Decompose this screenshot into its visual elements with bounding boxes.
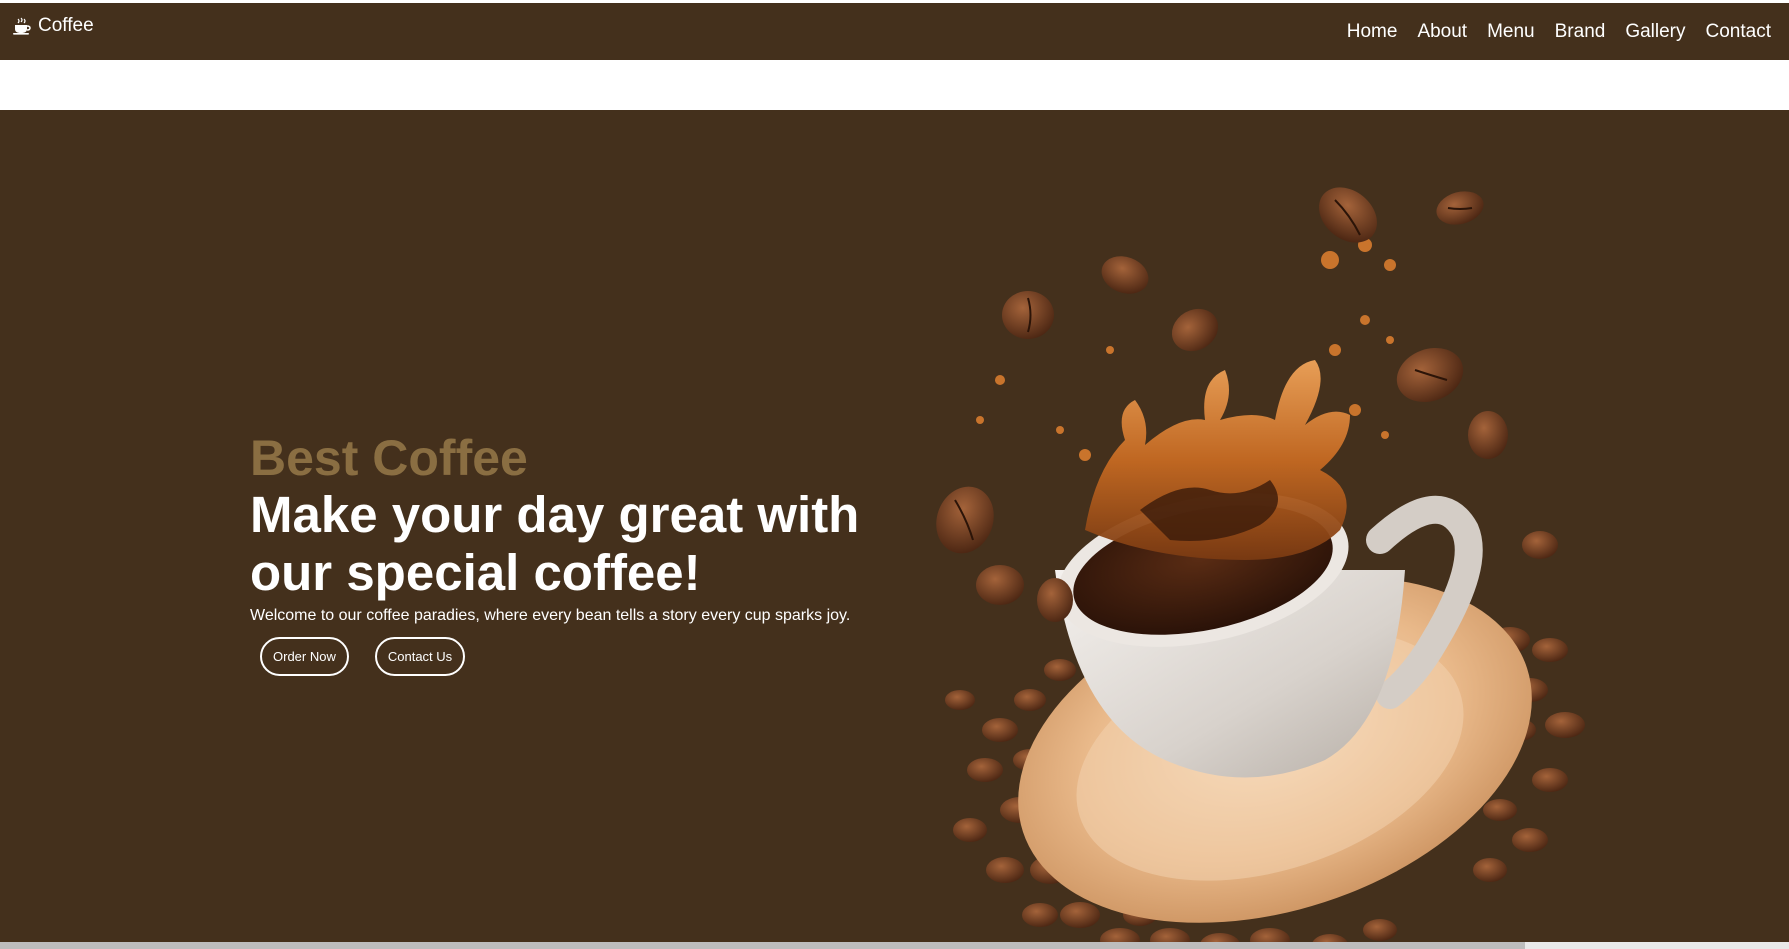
nav-link-home[interactable]: Home xyxy=(1347,21,1398,43)
scrollbar-thumb[interactable] xyxy=(0,942,1525,949)
spacer xyxy=(0,60,1789,110)
nav-link-brand[interactable]: Brand xyxy=(1555,21,1606,43)
hero-headline-line1: Make your day great with xyxy=(250,486,860,543)
coffee-cup-splash-image xyxy=(936,187,1585,942)
hero-headline-line2: our special coffee! xyxy=(250,544,701,601)
hero-text: Best Coffee Make your day great with our… xyxy=(250,430,890,676)
brand-label: Coffee xyxy=(38,15,94,36)
order-now-button[interactable]: Order Now xyxy=(260,637,349,676)
nav-link-about[interactable]: About xyxy=(1417,21,1467,43)
hero-headline: Make your day great with our special cof… xyxy=(250,486,890,602)
navbar: Coffee Home About Menu Brand Gallery Con… xyxy=(0,3,1789,60)
hero-buttons: Order Now Contact Us xyxy=(260,637,890,676)
hero-section: Best Coffee Make your day great with our… xyxy=(0,110,1789,942)
contact-us-button[interactable]: Contact Us xyxy=(374,637,466,676)
nav-link-gallery[interactable]: Gallery xyxy=(1625,21,1685,43)
nav-links: Home About Menu Brand Gallery Contact xyxy=(1347,21,1771,43)
brand-logo[interactable]: Coffee xyxy=(12,15,94,37)
hero-subtitle: Welcome to our coffee paradies, where ev… xyxy=(250,607,851,624)
coffee-cup-icon xyxy=(13,17,31,35)
hero-kicker: Best Coffee xyxy=(250,430,528,486)
nav-link-contact[interactable]: Contact xyxy=(1706,21,1771,43)
horizontal-scrollbar[interactable] xyxy=(0,942,1789,949)
nav-link-menu[interactable]: Menu xyxy=(1487,21,1535,43)
